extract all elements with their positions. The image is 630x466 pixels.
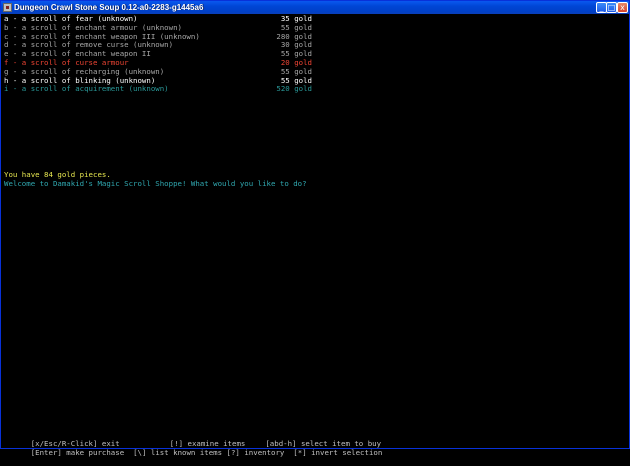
game-window: Dungeon Crawl Stone Soup 0.12-a0-2283-g1… (0, 0, 630, 457)
help-line-1: [x/Esc/R-Click] exit [!] examine items [ab… (4, 431, 381, 448)
help-label-invert: invert selection (306, 447, 383, 457)
help-label-known-items: list known items (146, 447, 223, 457)
help-label-inventory: inventory (239, 447, 285, 457)
shop-item-row[interactable]: i - a scroll of acquirement (unknown) 520… (4, 85, 312, 94)
help-key-inventory[interactable]: [?] (227, 448, 240, 457)
help-key-invert[interactable]: [*] (293, 448, 306, 457)
shop-item-description: i - a scroll of acquirement (unknown) (4, 84, 169, 94)
help-key-known-items[interactable]: [\] (133, 448, 146, 457)
title-bar[interactable]: Dungeon Crawl Stone Soup 0.12-a0-2283-g1… (1, 1, 629, 14)
shop-welcome-message: Welcome to Damakid's Magic Scroll Shoppe… (4, 179, 307, 188)
help-key-purchase[interactable]: [Enter] (31, 448, 62, 457)
help-label-purchase: make purchase (61, 447, 125, 457)
close-button[interactable]: x (617, 2, 628, 13)
game-terminal: a - a scroll of fear (unknown) 35 gold b -… (4, 14, 626, 457)
help-line-2: [Enter] make purchase [\] list known ite… (4, 440, 383, 457)
shop-item-price: 520 gold (276, 84, 312, 94)
app-icon[interactable] (3, 3, 12, 12)
window-title: Dungeon Crawl Stone Soup 0.12-a0-2283-g1… (14, 3, 204, 12)
maximize-button[interactable]: □ (606, 2, 617, 13)
